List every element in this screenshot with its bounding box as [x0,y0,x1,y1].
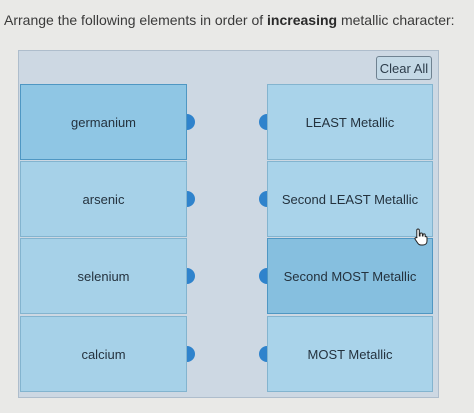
item-label: arsenic [82,191,125,207]
item-label: selenium [77,268,130,284]
drop-slot-most-metallic[interactable]: MOST Metallic [267,316,433,392]
question-suffix: metallic character: [337,12,455,28]
question-prefix: Arrange the following elements in order … [4,12,268,28]
item-label: calcium [81,346,126,362]
slot-label: Second LEAST Metallic [281,191,419,207]
drop-slot-second-least-metallic[interactable]: Second LEAST Metallic [267,161,433,237]
draggable-item-calcium[interactable]: calcium [20,316,187,392]
question-emphasis: increasing [267,12,338,28]
clear-all-button[interactable]: Clear All [376,56,432,80]
slot-label: Second MOST Metallic [283,268,417,284]
draggable-item-germanium[interactable]: germanium [20,84,187,160]
item-label: germanium [70,114,137,130]
slot-label: LEAST Metallic [305,114,395,130]
draggable-item-selenium[interactable]: selenium [20,238,187,314]
drop-slot-least-metallic[interactable]: LEAST Metallic [267,84,433,160]
draggable-item-arsenic[interactable]: arsenic [20,161,187,237]
question-text: Arrange the following elements in order … [4,12,470,28]
slot-label: MOST Metallic [307,346,393,362]
drop-slot-second-most-metallic[interactable]: Second MOST Metallic [267,238,433,314]
